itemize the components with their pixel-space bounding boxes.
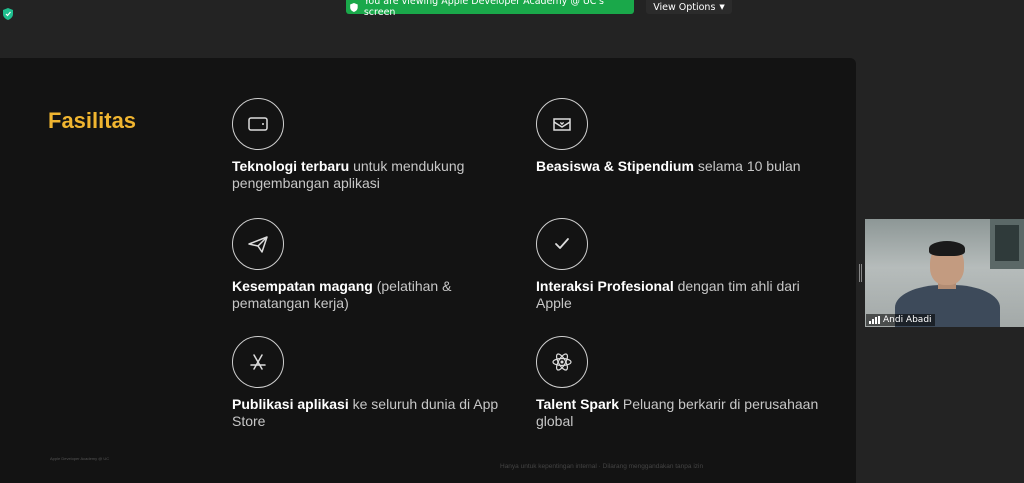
feature-item: Interaksi Profesional dengan tim ahli da… [536, 218, 836, 312]
app-store-icon [232, 336, 284, 388]
resize-handle[interactable] [859, 264, 862, 282]
banner-text: You are viewing Apple Developer Academy … [363, 0, 604, 18]
feature-item: Beasiswa & Stipendium selama 10 bulan [536, 98, 836, 175]
atom-icon [536, 336, 588, 388]
shield-icon[interactable] [3, 8, 13, 20]
feature-title: Kesempatan magang [232, 278, 373, 294]
feature-title: Talent Spark [536, 396, 619, 412]
feature-item: Talent Spark Peluang berkarir di perusah… [536, 336, 836, 430]
tablet-icon [232, 98, 284, 150]
paper-plane-icon [232, 218, 284, 270]
envelope-heart-icon [536, 98, 588, 150]
feature-title: Interaksi Profesional [536, 278, 674, 294]
checkmark-icon [536, 218, 588, 270]
feature-item: Teknologi terbaru untuk mendukung pengem… [232, 98, 532, 192]
feature-desc: selama 10 bulan [693, 158, 801, 174]
signal-bars-icon [869, 316, 880, 324]
feature-item: Publikasi aplikasi ke seluruh dunia di A… [232, 336, 532, 430]
shared-slide: Fasilitas Teknologi terbaru untuk menduk… [0, 58, 856, 483]
feature-item: Kesempatan magang (pelatihan & pematanga… [232, 218, 532, 312]
slide-footer-right: Hanya untuk kepentingan internal · Dilar… [500, 463, 704, 470]
feature-title: Teknologi terbaru [232, 158, 350, 174]
shield-icon [350, 2, 358, 12]
slide-footer-left: Apple Developer Academy @ UC [50, 456, 110, 461]
feature-title: Beasiswa & Stipendium [536, 158, 694, 174]
participant-name-tag: Andi Abadi [866, 314, 935, 326]
participant-video[interactable]: Andi Abadi [865, 219, 1024, 327]
screen-share-banner: You are viewing Apple Developer Academy … [346, 0, 634, 18]
view-options-button[interactable]: View Options ▼ [646, 0, 732, 14]
participant-name: Andi Abadi [883, 315, 932, 325]
feature-title: Publikasi aplikasi [232, 396, 349, 412]
chevron-down-icon: ▼ [719, 3, 725, 11]
slide-title: Fasilitas [48, 108, 137, 133]
view-options-label: View Options [653, 1, 716, 13]
